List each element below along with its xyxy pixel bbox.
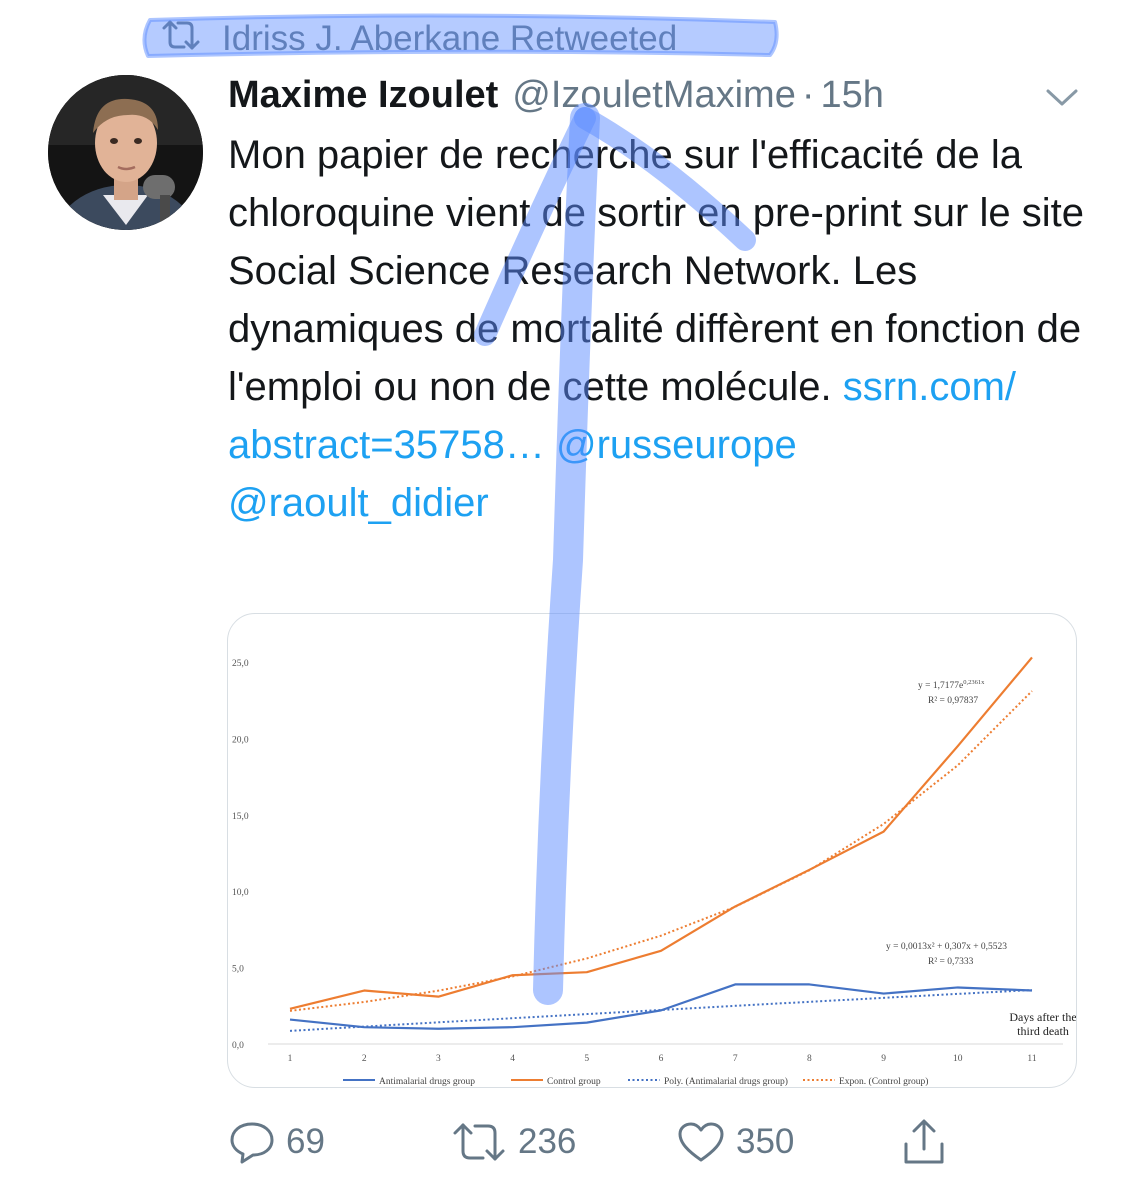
like-count: 350 <box>736 1122 795 1161</box>
chart-legend: Antimalarial drugs group Control group Pol… <box>343 1076 928 1087</box>
x-axis-label-line1: Days after the <box>1009 1010 1076 1024</box>
x-tick-label: 11 <box>1027 1054 1036 1064</box>
tweet-media-chart[interactable]: 0,0 5,0 10,0 15,0 20,0 25,0 1 2 3 4 5 6 7 8 9 10 11 Day… <box>227 613 1077 1088</box>
expon-r2: R² = 0,97837 <box>928 696 978 706</box>
legend-label-2: Control group <box>547 1077 601 1087</box>
legend-label-3: Poly. (Antimalarial drugs group) <box>664 1076 788 1087</box>
share-button[interactable] <box>900 1112 948 1172</box>
avatar[interactable] <box>48 75 203 230</box>
retweet-banner-text: Idriss J. Aberkane Retweeted <box>222 19 678 58</box>
x-tick-label: 1 <box>288 1054 293 1064</box>
chevron-down-icon[interactable] <box>1042 82 1082 112</box>
x-tick-label: 7 <box>733 1054 738 1064</box>
poly-r2: R² = 0,7333 <box>928 957 974 967</box>
legend-label-1: Antimalarial drugs group <box>379 1077 475 1087</box>
x-tick-label: 5 <box>584 1054 589 1064</box>
mention-russeurope[interactable]: @russeurope <box>556 423 797 467</box>
retweet-banner[interactable]: Idriss J. Aberkane Retweeted <box>160 18 677 60</box>
y-tick-label: 20,0 <box>232 735 249 745</box>
mortality-chart: 0,0 5,0 10,0 15,0 20,0 25,0 1 2 3 4 5 6 7 8 9 10 11 Day… <box>232 656 1076 1087</box>
like-button[interactable]: 350 <box>676 1112 794 1172</box>
link-ssrn[interactable]: ssrn.com/ <box>843 365 1016 409</box>
retweet-count: 236 <box>518 1122 577 1161</box>
x-tick-label: 10 <box>953 1054 963 1064</box>
x-tick-label: 6 <box>659 1054 664 1064</box>
reply-button[interactable]: 69 <box>228 1112 325 1172</box>
retweet-button[interactable]: 236 <box>450 1112 576 1172</box>
x-tick-label: 2 <box>362 1054 367 1064</box>
timestamp[interactable]: 15h <box>821 74 884 117</box>
y-tick-label: 5,0 <box>232 965 244 975</box>
y-tick-label: 0,0 <box>232 1041 244 1051</box>
x-axis-label-line2: third death <box>1017 1024 1069 1038</box>
expon-equation: y = 1,7177e0,2361x <box>918 679 985 691</box>
series-line-2 <box>289 656 1033 1010</box>
retweet-icon <box>450 1120 508 1164</box>
tweet-header: Maxime Izoulet @IzouletMaxime · 15h <box>228 68 884 122</box>
series-line-4 <box>289 690 1033 1012</box>
tweet-text: Mon papier de recherche sur l'efficacité… <box>228 126 1098 532</box>
y-tick-label: 25,0 <box>232 659 249 669</box>
author-name[interactable]: Maxime Izoulet <box>228 74 498 117</box>
mention-raoult-didier[interactable]: @raoult_didier <box>228 481 489 525</box>
reply-icon <box>228 1120 276 1164</box>
retweet-icon <box>160 18 202 61</box>
reply-count: 69 <box>286 1122 325 1161</box>
series-line-1 <box>289 983 1033 1030</box>
tweet-actions: 69 236 350 <box>228 1112 1058 1172</box>
author-handle[interactable]: @IzouletMaxime <box>512 74 796 117</box>
legend-label-4: Expon. (Control group) <box>839 1076 928 1087</box>
link-abstract[interactable]: abstract=35758… <box>228 423 545 467</box>
x-tick-label: 4 <box>510 1054 515 1064</box>
separator-dot: · <box>801 73 815 116</box>
y-tick-label: 10,0 <box>232 888 249 898</box>
x-tick-label: 3 <box>436 1054 441 1064</box>
share-icon <box>900 1116 948 1168</box>
poly-equation: y = 0,0013x² + 0,307x + 0,5523 <box>886 942 1007 952</box>
heart-icon <box>676 1120 726 1164</box>
x-tick-label: 8 <box>807 1054 812 1064</box>
x-tick-label: 9 <box>881 1054 886 1064</box>
y-tick-label: 15,0 <box>232 812 249 822</box>
